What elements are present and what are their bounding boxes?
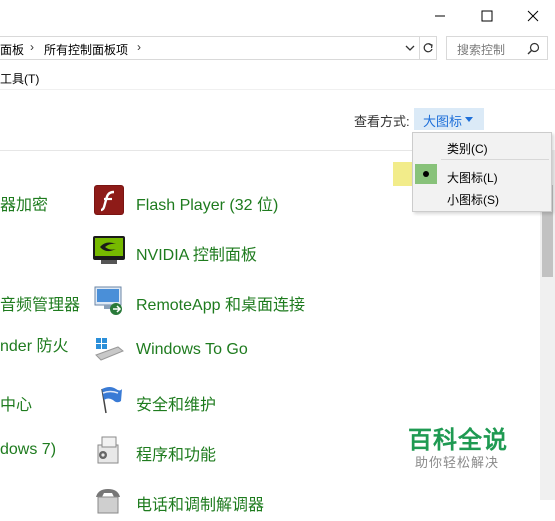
programs-icon: [97, 436, 119, 464]
view-by-selected[interactable]: 大图标: [423, 111, 462, 130]
menu-option-small-icons[interactable]: 小图标(S): [447, 191, 499, 208]
close-button[interactable]: [510, 0, 555, 32]
remoteapp-icon: [94, 286, 122, 315]
breadcrumb-separator[interactable]: ›: [30, 40, 34, 54]
left-item-0[interactable]: 器加密: [0, 191, 48, 215]
item-label[interactable]: Windows To Go: [136, 341, 248, 359]
left-item-3[interactable]: 中心: [0, 391, 32, 415]
item-programs-features[interactable]: 程序和功能: [92, 433, 392, 471]
item-label[interactable]: 安全和维护: [136, 391, 216, 415]
menu-option-category[interactable]: 类别(C): [447, 140, 488, 157]
refresh-icon: [423, 43, 433, 53]
item-nvidia[interactable]: NVIDIA 控制面板: [92, 233, 392, 271]
item-flash-player[interactable]: Flash Player (32 位): [92, 183, 392, 221]
view-by-label: 查看方式:: [354, 114, 410, 129]
phone-modem-icon: [96, 489, 120, 514]
item-label[interactable]: 程序和功能: [136, 441, 216, 465]
dropdown-arrow-icon[interactable]: [465, 117, 473, 122]
chevron-down-icon: [405, 45, 415, 51]
item-label[interactable]: 电话和调制解调器: [136, 491, 264, 515]
item-label[interactable]: RemoteApp 和桌面连接: [136, 291, 305, 315]
windows-to-go-icon: [95, 338, 124, 361]
item-phone-modem[interactable]: 电话和调制解调器: [92, 483, 392, 521]
address-bar[interactable]: 面板 › 所有控制面板项 ›: [0, 36, 420, 60]
breadcrumb-separator[interactable]: ›: [137, 40, 141, 54]
selected-radio-icon: [415, 164, 437, 184]
maximize-button[interactable]: [464, 0, 510, 32]
menu-tools[interactable]: 工具(T): [0, 70, 39, 87]
maximize-icon: [481, 10, 493, 22]
left-item-1[interactable]: 音频管理器: [0, 291, 80, 315]
watermark-title: 百科全说: [408, 427, 508, 454]
item-windows-to-go[interactable]: Windows To Go: [92, 333, 392, 371]
divider: [0, 89, 555, 90]
view-by-button[interactable]: 大图标: [414, 108, 484, 130]
security-flag-icon: [101, 387, 122, 414]
title-bar: [0, 0, 555, 32]
item-remoteapp[interactable]: RemoteApp 和桌面连接: [92, 283, 392, 321]
left-item-2[interactable]: nder 防火: [0, 332, 68, 356]
search-icon[interactable]: [527, 42, 540, 55]
menu-option-large-icons[interactable]: 大图标(L): [447, 169, 498, 186]
minimize-icon: [435, 15, 445, 17]
close-icon: [527, 10, 539, 22]
address-dropdown-button[interactable]: [402, 40, 418, 56]
item-security-maintenance[interactable]: 安全和维护: [92, 383, 392, 421]
watermark-subtitle: 助你轻松解决: [415, 455, 500, 470]
breadcrumb-panel[interactable]: 面板: [0, 41, 24, 58]
minimize-button[interactable]: [417, 0, 463, 32]
search-placeholder[interactable]: 搜索控制: [457, 41, 505, 58]
item-label[interactable]: NVIDIA 控制面板: [136, 241, 257, 265]
breadcrumb-all-items[interactable]: 所有控制面板项: [44, 41, 128, 58]
flash-player-icon: [94, 185, 124, 215]
left-item-4[interactable]: dows 7): [0, 441, 56, 459]
item-label[interactable]: Flash Player (32 位): [136, 191, 278, 215]
menu-separator: [441, 159, 549, 160]
nvidia-icon: [93, 236, 125, 264]
search-box[interactable]: 搜索控制: [446, 36, 548, 60]
refresh-button[interactable]: [419, 36, 437, 60]
